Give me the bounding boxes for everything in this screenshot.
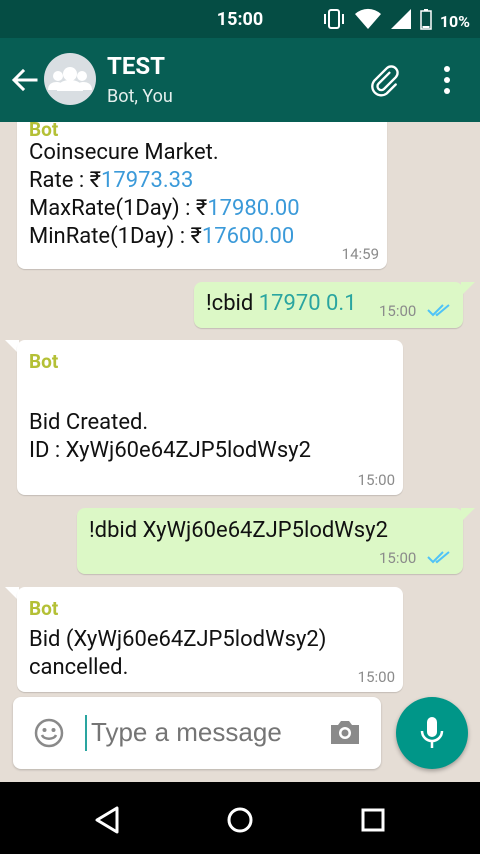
voice-record-button[interactable] — [396, 697, 468, 769]
camera-icon — [331, 721, 359, 744]
text-cursor — [85, 715, 87, 751]
paperclip-icon — [371, 65, 399, 97]
message-time: 15:00 — [357, 668, 395, 686]
message-sender: Bot — [29, 350, 59, 373]
message-composer — [13, 697, 381, 769]
minrate-link[interactable]: 17600.00 — [202, 224, 294, 249]
chat-title[interactable]: TEST — [107, 52, 165, 80]
message-time: 15:00 — [379, 302, 417, 320]
battery-icon — [420, 8, 432, 34]
message-line: Rate : ₹17973.33 — [29, 168, 194, 193]
arrow-left-icon — [11, 68, 38, 92]
circle-home-icon — [227, 807, 253, 833]
message-sender: Bot — [29, 122, 59, 141]
message-outgoing[interactable]: !cbid 17970 0.1 15:00 — [194, 282, 463, 328]
rate-link[interactable]: 17973.33 — [101, 168, 193, 193]
camera-button[interactable] — [328, 717, 362, 747]
battery-percent: 10% — [439, 11, 470, 31]
message-time: 14:59 — [341, 245, 379, 263]
status-bar: 15:00 10% — [0, 0, 480, 38]
triangle-back-icon — [95, 806, 119, 834]
message-time: 15:00 — [379, 549, 417, 567]
message-incoming[interactable]: Bot Bid Created. ID : XyWj60e64ZJP5lodWs… — [17, 340, 403, 495]
attach-button[interactable] — [366, 62, 402, 98]
smiley-icon — [34, 718, 64, 748]
nav-back-button[interactable] — [87, 800, 127, 840]
message-incoming[interactable]: Bot Bid (XyWj60e64ZJP5lodWsy2) cancelled… — [17, 587, 403, 692]
message-sender: Bot — [29, 597, 59, 620]
group-icon — [48, 67, 92, 91]
group-avatar[interactable] — [44, 53, 96, 105]
status-icons: 10% — [322, 8, 470, 34]
maxrate-link[interactable]: 17980.00 — [207, 196, 299, 221]
message-input[interactable] — [91, 717, 301, 748]
message-line: MaxRate(1Day) : ₹17980.00 — [29, 196, 300, 221]
message-time: 15:00 — [357, 471, 395, 489]
bubble-tail — [461, 508, 475, 522]
bid-args-link[interactable]: 17970 0.1 — [259, 291, 357, 316]
message-incoming[interactable]: Bot Coinsecure Market. Rate : ₹17973.33 … — [17, 122, 387, 269]
square-recents-icon — [361, 808, 385, 832]
microphone-icon — [420, 717, 444, 748]
read-receipt-icon — [427, 304, 450, 317]
message-line: !cbid 17970 0.1 — [206, 291, 357, 316]
back-button[interactable] — [8, 64, 40, 96]
message-line: Coinsecure Market. — [29, 140, 219, 165]
message-line: ID : XyWj60e64ZJP5lodWsy2 — [29, 438, 311, 463]
message-line: MinRate(1Day) : ₹17600.00 — [29, 224, 295, 249]
signal-icon — [390, 8, 412, 34]
vibrate-icon — [322, 8, 346, 34]
chat-header: TEST Bot, You — [0, 38, 480, 122]
message-line: Bid (XyWj60e64ZJP5lodWsy2) — [29, 627, 327, 652]
message-line: !dbid XyWj60e64ZJP5lodWsy2 — [89, 518, 388, 543]
message-line: Bid Created. — [29, 410, 149, 435]
nav-recents-button[interactable] — [353, 800, 393, 840]
more-options-button[interactable] — [434, 62, 460, 98]
emoji-button[interactable] — [33, 717, 65, 749]
system-nav-bar — [0, 782, 480, 854]
more-vert-icon — [444, 66, 450, 94]
bubble-tail — [461, 282, 475, 296]
chat-subtitle[interactable]: Bot, You — [107, 86, 173, 107]
message-line: cancelled. — [29, 655, 129, 680]
wifi-icon — [354, 8, 382, 34]
message-list[interactable]: Bot Coinsecure Market. Rate : ₹17973.33 … — [0, 122, 480, 784]
message-outgoing[interactable]: !dbid XyWj60e64ZJP5lodWsy2 15:00 — [77, 508, 463, 574]
read-receipt-icon — [427, 551, 450, 564]
nav-home-button[interactable] — [220, 800, 260, 840]
